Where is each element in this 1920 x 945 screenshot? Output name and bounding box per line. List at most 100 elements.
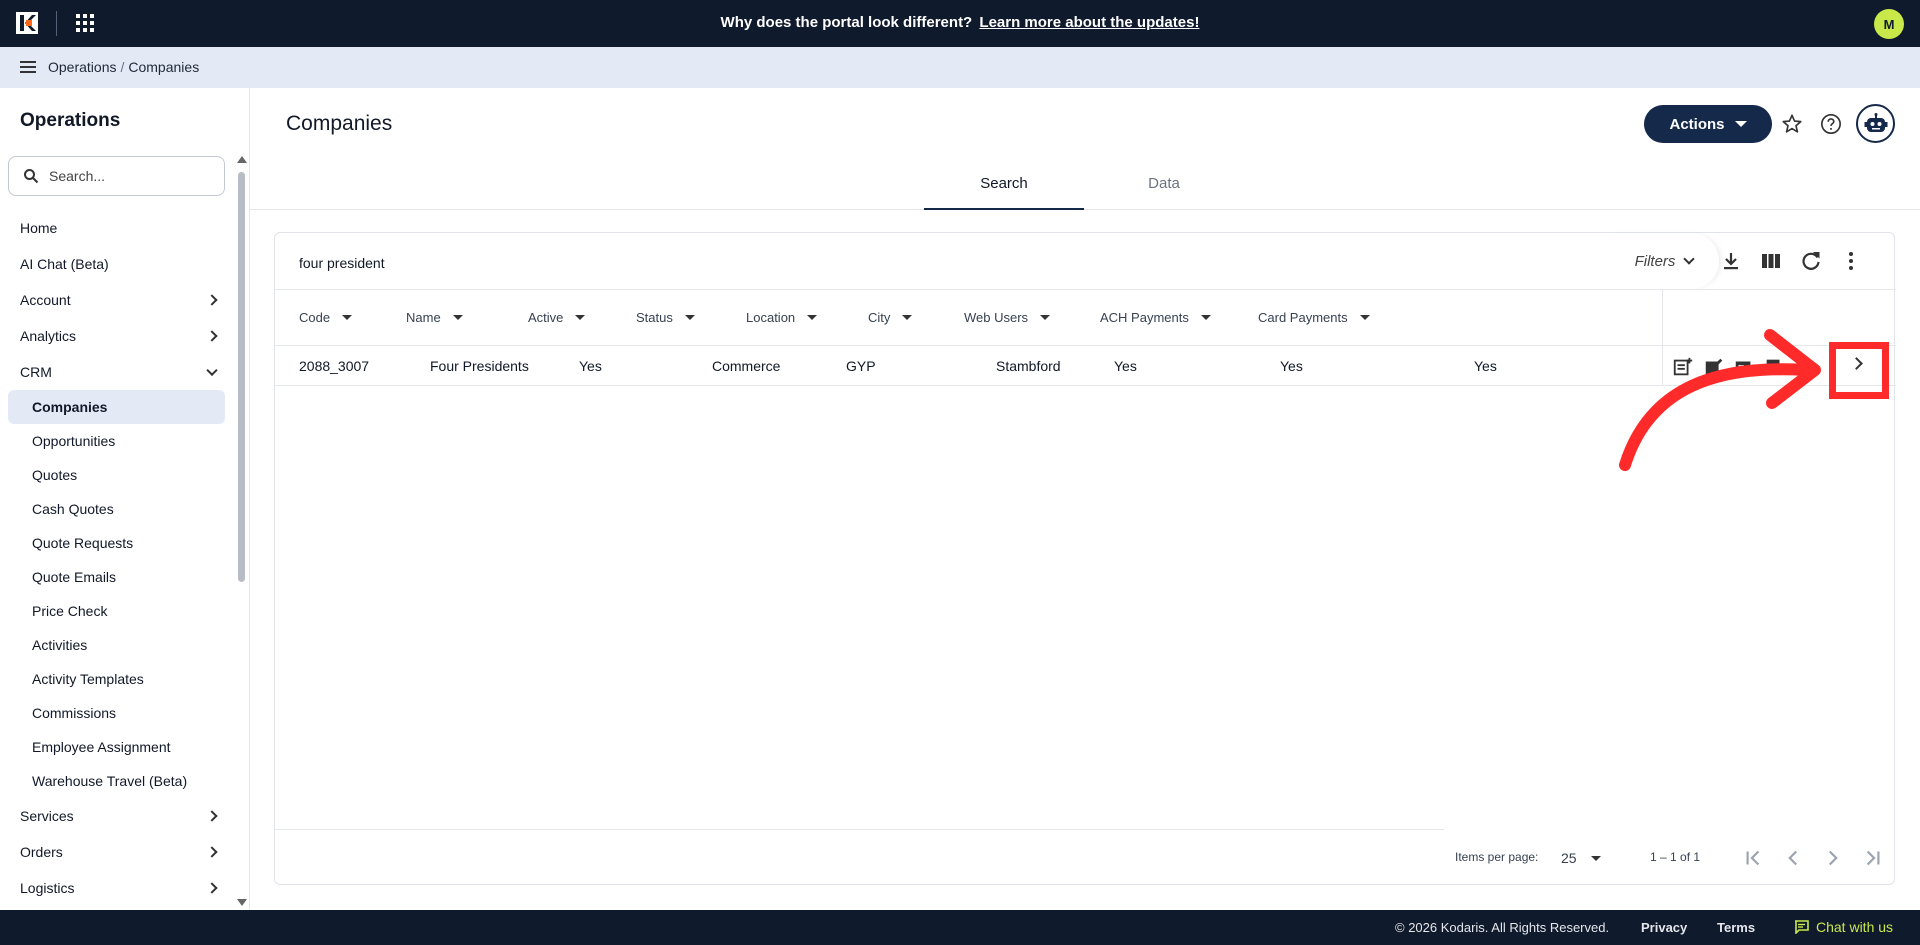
sidebar-item-price-check[interactable]: Price Check	[0, 594, 234, 628]
ai-assistant-button[interactable]	[1856, 104, 1895, 143]
sidebar: Operations Home AI Chat (Beta) Account Anal…	[0, 88, 250, 910]
refresh-icon[interactable]	[1799, 249, 1823, 273]
column-header-web-users[interactable]: Web Users	[964, 310, 1051, 325]
column-header-code[interactable]: Code	[299, 310, 353, 325]
sidebar-item-account[interactable]: Account	[0, 282, 234, 318]
update-banner: Why does the portal look different? Lear…	[0, 14, 1920, 31]
user-avatar[interactable]: M	[1874, 9, 1904, 39]
scroll-down-arrow[interactable]	[237, 899, 247, 906]
columns-icon[interactable]	[1759, 249, 1783, 273]
sidebar-search[interactable]	[8, 156, 225, 196]
column-header-ach-payments[interactable]: ACH Payments	[1100, 310, 1211, 325]
sidebar-scrollbar[interactable]	[236, 156, 247, 906]
column-header-active[interactable]: Active	[528, 310, 586, 325]
last-page-icon[interactable]	[1860, 845, 1886, 871]
sort-caret-icon	[575, 315, 586, 320]
sidebar-item-label: Logistics	[20, 880, 75, 896]
chat-with-us-button[interactable]: Chat with us	[1794, 919, 1893, 935]
sidebar-item-ai-chat-beta[interactable]: AI Chat (Beta)	[0, 246, 234, 282]
footer: © 2026 Kodaris. All Rights Reserved. Pri…	[0, 910, 1920, 945]
sidebar-item-label: Account	[20, 292, 71, 308]
banner-learn-more-link[interactable]: Learn more about the updates!	[979, 14, 1199, 31]
sidebar-item-label: Commissions	[32, 705, 117, 721]
chevron-right-icon	[206, 810, 218, 822]
sidebar-item-quotes[interactable]: Quotes	[0, 458, 234, 492]
items-per-page-label: Items per page:	[1455, 850, 1539, 864]
scrollbar-thumb[interactable]	[238, 172, 245, 582]
column-header-label: City	[868, 310, 891, 325]
sort-caret-icon	[1200, 315, 1211, 320]
breadcrumb-page: Companies	[128, 59, 200, 75]
help-icon[interactable]	[1820, 113, 1842, 135]
column-header-label: ACH Payments	[1100, 310, 1189, 325]
sort-caret-icon	[342, 315, 353, 320]
sidebar-item-quote-requests[interactable]: Quote Requests	[0, 526, 234, 560]
caret-down-icon	[1734, 121, 1747, 127]
column-header-label: Status	[636, 310, 673, 325]
column-header-city[interactable]: City	[868, 310, 913, 325]
sidebar-item-companies[interactable]: Companies	[8, 390, 225, 424]
sidebar-item-warehouse-travel-beta[interactable]: Warehouse Travel (Beta)	[0, 764, 234, 798]
actions-label: Actions	[1669, 115, 1725, 133]
star-icon[interactable]	[1781, 113, 1803, 135]
sidebar-item-opportunities[interactable]: Opportunities	[0, 424, 234, 458]
scroll-up-arrow[interactable]	[237, 156, 247, 163]
footer-privacy-link[interactable]: Privacy	[1641, 920, 1687, 935]
more-vertical-icon[interactable]	[1839, 249, 1863, 273]
actions-button[interactable]: Actions	[1644, 105, 1772, 143]
sidebar-item-home[interactable]: Home	[0, 210, 234, 246]
sidebar-item-label: Services	[20, 808, 74, 824]
column-header-status[interactable]: Status	[636, 310, 695, 325]
sidebar-item-label: CRM	[20, 364, 52, 380]
menu-icon[interactable]	[20, 61, 36, 73]
sort-caret-icon	[902, 315, 913, 320]
sidebar-item-label: Price Check	[32, 603, 108, 619]
first-page-icon[interactable]	[1740, 845, 1766, 871]
footer-terms-link[interactable]: Terms	[1717, 920, 1755, 935]
sidebar-nav: Home AI Chat (Beta) Account Analytics CRM Com…	[0, 210, 234, 910]
items-per-page-value: 25	[1561, 850, 1577, 866]
sidebar-item-label: Quote Requests	[32, 535, 134, 551]
sidebar-item-activities[interactable]: Activities	[0, 628, 234, 662]
cell-location: GYP	[846, 358, 876, 374]
sort-caret-icon	[807, 315, 818, 320]
sidebar-item-analytics[interactable]: Analytics	[0, 318, 234, 354]
download-icon[interactable]	[1719, 249, 1743, 273]
column-header-card-payments[interactable]: Card Payments	[1258, 310, 1370, 325]
cell-ach-payments: Yes	[1280, 358, 1303, 374]
sidebar-item-label: Quotes	[32, 467, 78, 483]
search-query[interactable]: four president	[299, 255, 385, 271]
column-header-location[interactable]: Location	[746, 310, 818, 325]
cell-status: Commerce	[712, 358, 781, 374]
sidebar-item-services[interactable]: Services	[0, 798, 234, 834]
chevron-right-icon	[206, 330, 218, 342]
sidebar-item-employee-assignment[interactable]: Employee Assignment	[0, 730, 234, 764]
annotation-highlight-box	[1829, 342, 1889, 399]
column-header-label: Card Payments	[1258, 310, 1348, 325]
sort-caret-icon	[684, 315, 695, 320]
sidebar-item-crm[interactable]: CRM	[0, 354, 234, 390]
robot-icon	[1864, 112, 1887, 132]
previous-page-icon[interactable]	[1780, 845, 1806, 871]
sidebar-item-quote-emails[interactable]: Quote Emails	[0, 560, 234, 594]
breadcrumb-section[interactable]: Operations	[48, 59, 116, 75]
tab-search[interactable]: Search	[924, 170, 1084, 210]
column-header-label: Active	[528, 310, 564, 325]
sidebar-item-label: AI Chat (Beta)	[20, 256, 109, 272]
cell-code: 2088_3007	[299, 358, 370, 374]
filters-button[interactable]: Filters	[1609, 233, 1719, 289]
sidebar-item-logistics[interactable]: Logistics	[0, 870, 234, 906]
sidebar-item-cash-quotes[interactable]: Cash Quotes	[0, 492, 234, 526]
breadcrumb-separator: /	[120, 59, 125, 75]
column-header-name[interactable]: Name	[406, 310, 463, 325]
next-page-icon[interactable]	[1820, 845, 1846, 871]
sidebar-item-orders[interactable]: Orders	[0, 834, 234, 870]
tab-data[interactable]: Data	[1084, 170, 1244, 210]
sidebar-item-label: Warehouse Travel (Beta)	[32, 773, 188, 789]
column-header-label: Code	[299, 310, 331, 325]
sidebar-item-label: Quote Emails	[32, 569, 117, 585]
sidebar-item-activity-templates[interactable]: Activity Templates	[0, 662, 234, 696]
sidebar-search-input[interactable]	[49, 168, 209, 184]
sidebar-item-commissions[interactable]: Commissions	[0, 696, 234, 730]
items-per-page-select[interactable]: 25	[1561, 850, 1601, 866]
